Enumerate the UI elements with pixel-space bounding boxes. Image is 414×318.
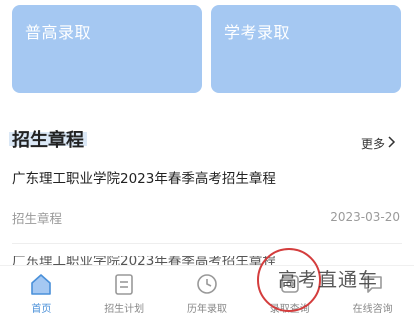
- article-category: 招生章程: [12, 211, 63, 226]
- chevron-right-icon: [387, 136, 396, 151]
- app-page: 普高录取 学考录取 招生章程 更多 广东理工职业学院2023年春季高考招生章程 …: [0, 0, 414, 318]
- section-title: 招生章程: [12, 130, 84, 151]
- card-general-admission-label: 普高录取: [25, 23, 92, 42]
- home-icon: [31, 274, 52, 295]
- history-clock-icon: [197, 274, 217, 294]
- card-academic-test-admission-label: 学考录取: [224, 23, 291, 42]
- more-link[interactable]: 更多: [361, 135, 396, 152]
- plan-icon: [115, 274, 133, 295]
- tab-home-label: 首页: [31, 304, 52, 315]
- card-general-admission[interactable]: 普高录取: [12, 5, 202, 93]
- tab-admission-plan[interactable]: 招生计划: [83, 266, 166, 318]
- more-link-label: 更多: [360, 137, 385, 151]
- card-academic-test-admission[interactable]: 学考录取: [211, 5, 401, 93]
- tab-home[interactable]: 首页: [0, 266, 83, 318]
- watermark-text: 高考直通车: [278, 269, 379, 291]
- tab-past-admissions[interactable]: 历年录取: [166, 266, 249, 318]
- tab-admission-plan-label: 招生计划: [104, 304, 145, 315]
- article-title[interactable]: 广东理工职业学院2023年春季高考招生章程: [12, 167, 276, 187]
- article-date: 2023-03-20: [330, 210, 400, 224]
- list-divider: [12, 243, 402, 244]
- tab-past-admissions-label: 历年录取: [186, 304, 227, 315]
- tab-online-consult-label: 在线咨询: [352, 304, 393, 315]
